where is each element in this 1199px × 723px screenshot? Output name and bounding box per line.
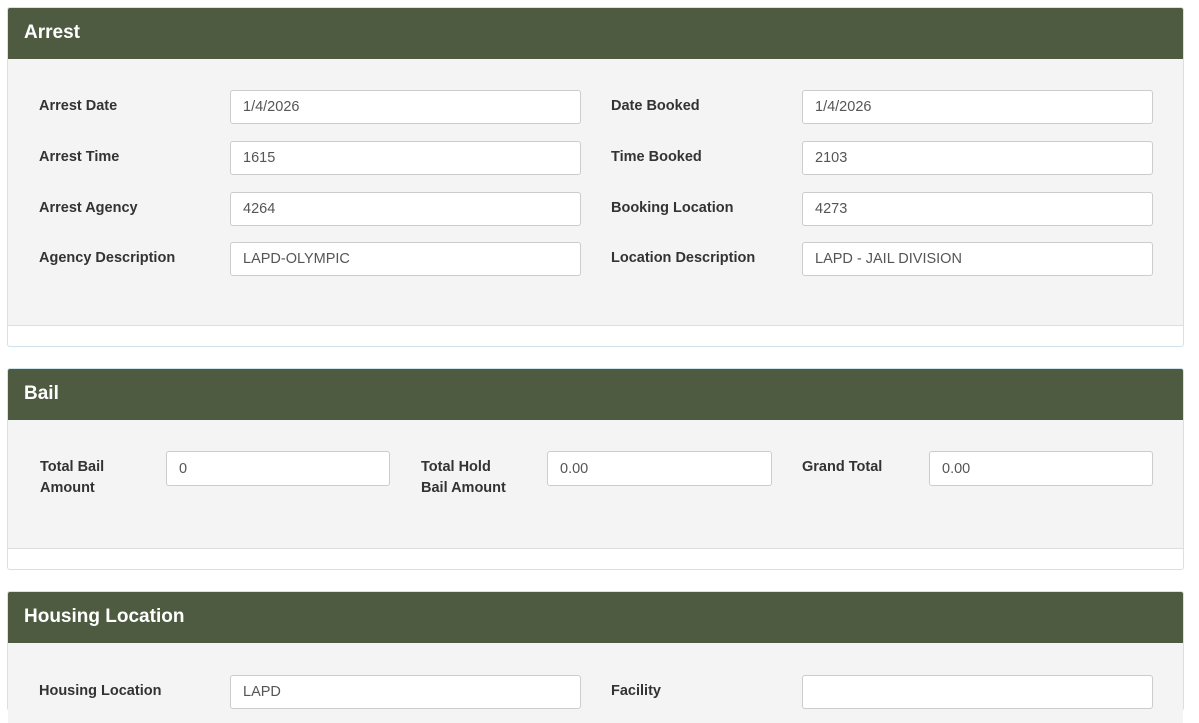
arrest-date-label: Arrest Date bbox=[39, 98, 118, 114]
agency-description-label: Agency Description bbox=[39, 250, 176, 266]
total-bail-label-line1: Total Bail bbox=[40, 459, 105, 475]
agency-description-field[interactable] bbox=[230, 242, 581, 276]
time-booked-field[interactable] bbox=[802, 141, 1153, 175]
housing-location-field[interactable] bbox=[230, 675, 581, 709]
bail-panel-body: Total Bail Amount Total Hold Bail Amount… bbox=[8, 420, 1183, 549]
booking-location-field[interactable] bbox=[802, 192, 1153, 226]
location-description-label: Location Description bbox=[611, 250, 756, 266]
total-hold-label-line2: Bail Amount bbox=[421, 480, 506, 496]
total-hold-bail-amount-field[interactable] bbox=[547, 451, 772, 486]
housing-location-panel-body: Housing Location Facility bbox=[8, 643, 1183, 723]
housing-location-panel-title: Housing Location bbox=[8, 592, 1183, 643]
arrest-time-field[interactable] bbox=[230, 141, 581, 175]
total-bail-label-line2: Amount bbox=[40, 480, 95, 496]
location-description-field[interactable] bbox=[802, 242, 1153, 276]
time-booked-label: Time Booked bbox=[611, 149, 702, 165]
total-bail-amount-label: Total Bail Amount bbox=[40, 457, 104, 499]
booking-location-label: Booking Location bbox=[611, 200, 734, 216]
bail-panel-title: Bail bbox=[8, 369, 1183, 420]
arrest-panel: Arrest Arrest Date Arrest Time Arrest Ag… bbox=[7, 7, 1184, 347]
arrest-time-label: Arrest Time bbox=[39, 149, 120, 165]
total-hold-label-line1: Total Hold bbox=[421, 459, 491, 475]
facility-field[interactable] bbox=[802, 675, 1153, 709]
arrest-agency-field[interactable] bbox=[230, 192, 581, 226]
bail-panel: Bail Total Bail Amount Total Hold Bail A… bbox=[7, 368, 1184, 570]
grand-total-label: Grand Total bbox=[802, 459, 883, 475]
total-bail-amount-field[interactable] bbox=[166, 451, 390, 486]
date-booked-field[interactable] bbox=[802, 90, 1153, 124]
housing-location-panel: Housing Location Housing Location Facili… bbox=[7, 591, 1184, 723]
arrest-panel-title: Arrest bbox=[8, 8, 1183, 59]
arrest-agency-label: Arrest Agency bbox=[39, 200, 138, 216]
arrest-panel-body: Arrest Date Arrest Time Arrest Agency Ag… bbox=[8, 59, 1183, 326]
total-hold-bail-amount-label: Total Hold Bail Amount bbox=[421, 457, 506, 499]
arrest-date-field[interactable] bbox=[230, 90, 581, 124]
date-booked-label: Date Booked bbox=[611, 98, 700, 114]
grand-total-field[interactable] bbox=[929, 451, 1153, 486]
